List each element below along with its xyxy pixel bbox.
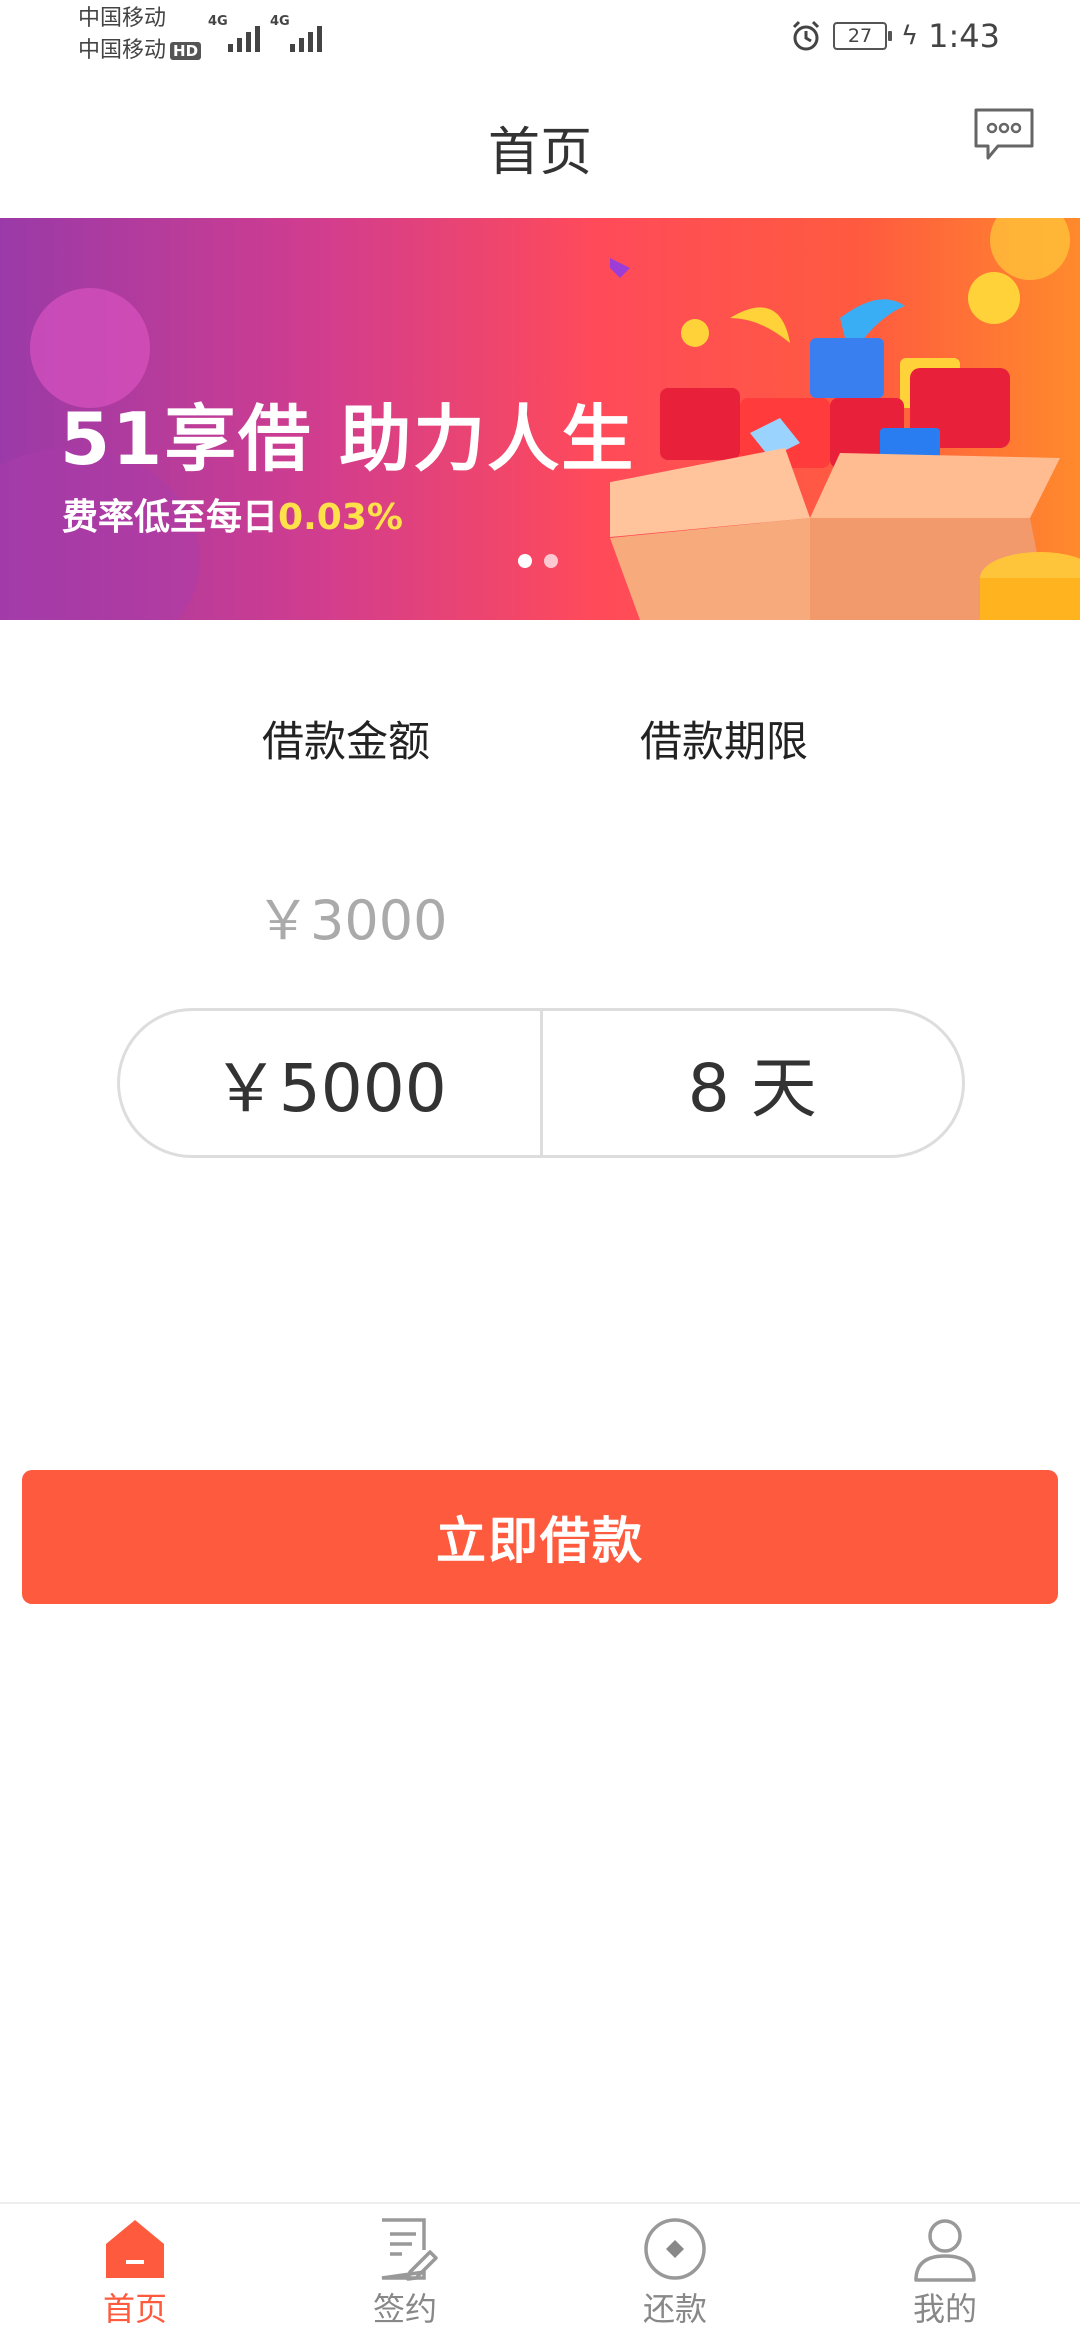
carrier-name-1: 中国移动 [78,6,167,31]
term-picker[interactable]: 8 天 [543,1011,963,1155]
network-type-2: 4G [270,14,290,29]
gift-box-illustration [610,218,1080,620]
carrier-name-2: 中国移动 HD [78,38,202,63]
loan-picker: ￥5000 8 天 [117,1008,965,1158]
promo-banner[interactable]: 51享借 助力人生 费率低至每日0.03% [0,218,1080,620]
tab-mine[interactable]: 我的 [875,2216,1015,2330]
tab-home[interactable]: 首页 [65,2216,205,2330]
amount-picker[interactable]: ￥5000 [120,1011,540,1155]
tab-home-label: 首页 [102,2290,167,2328]
repay-icon [644,2218,706,2280]
tab-repay[interactable]: 还款 [605,2216,745,2330]
banner-title: 51享借 助力人生 [60,397,636,481]
amount-option-above[interactable]: ￥3000 [256,876,447,955]
user-icon [914,2219,976,2282]
banner-subtitle-prefix: 费率低至每日 [62,497,279,538]
carousel-dot-1[interactable] [518,554,532,568]
loan-amount-label: 借款金额 [262,717,431,766]
banner-subtitle: 费率低至每日0.03% [62,488,403,540]
loan-term-label: 借款期限 [640,717,809,766]
carousel-dot-2[interactable] [544,554,558,568]
battery-icon: 27 [832,22,892,50]
hd-badge: HD [170,42,202,60]
tab-repay-label: 还款 [642,2290,707,2328]
borrow-now-button[interactable]: 立即借款 [22,1470,1058,1604]
tab-mine-label: 我的 [912,2290,977,2328]
carousel-indicator [518,554,558,568]
page-title: 首页 [487,123,592,183]
app-header: 首页 [0,70,1080,218]
carrier-name-2-label: 中国移动 [78,38,167,63]
contract-icon [381,2218,438,2281]
alarm-icon [792,20,820,51]
clock: 1:43 [928,17,1000,55]
home-icon [106,2220,164,2278]
status-bar: 中国移动 中国移动 HD 4G 4G 27 ϟ 1:43 [0,0,1080,70]
chat-bubble-icon[interactable] [972,106,1036,162]
tab-contract-label: 签约 [372,2290,437,2328]
network-type-1: 4G [208,14,228,29]
charging-icon: ϟ [900,21,919,51]
bottom-tab-bar: 首页 签约 还款 我的 [0,2202,1080,2340]
tab-contract[interactable]: 签约 [335,2216,475,2330]
banner-rate: 0.03% [278,497,403,538]
